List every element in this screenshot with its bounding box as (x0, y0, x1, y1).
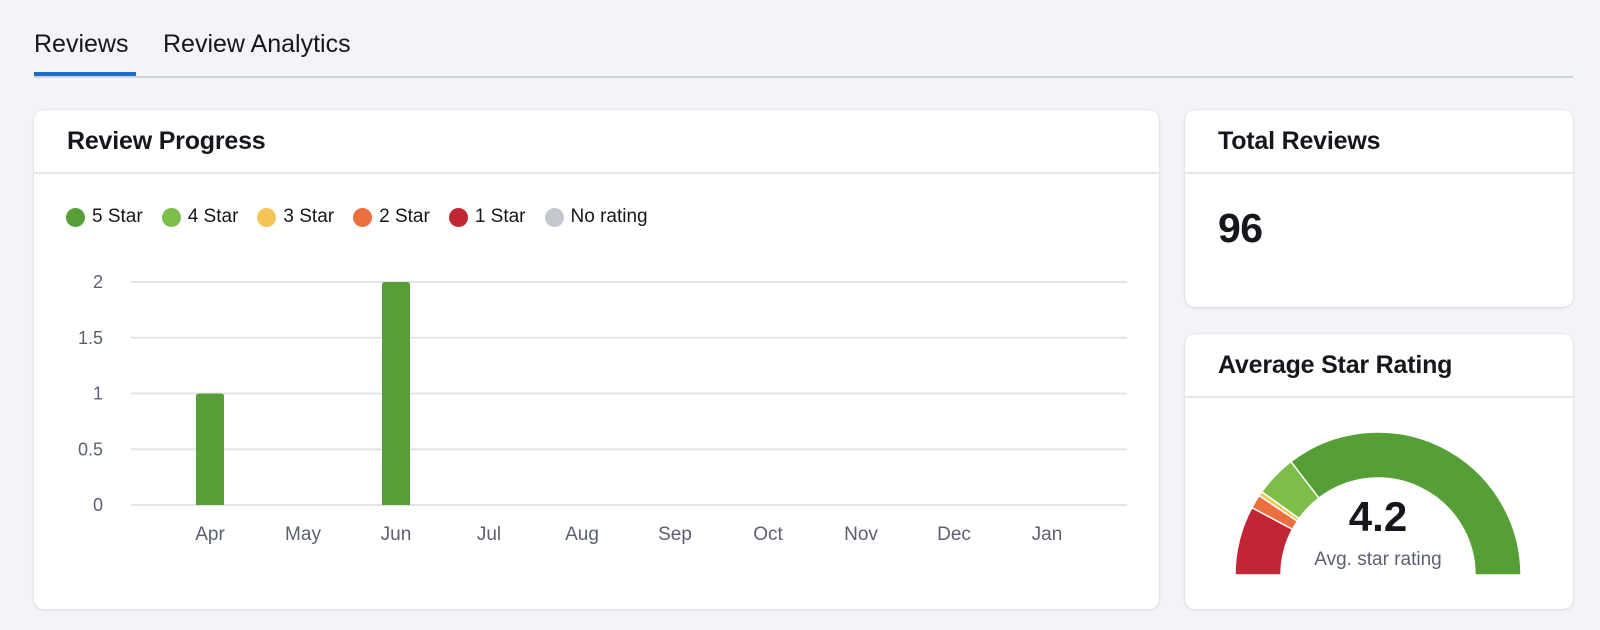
tab-reviews[interactable]: Reviews (34, 28, 136, 76)
y-tick-label: 1.5 (78, 328, 103, 348)
x-tick-label: May (285, 524, 321, 545)
rating-gauge: 4.2 Avg. star rating (1234, 431, 1522, 576)
x-tick-label: Jun (381, 524, 412, 545)
x-axis-ticks: Apr May Jun Jul Aug Sep Oct Nov Dec Jan (195, 524, 1062, 545)
y-tick-label: 0 (93, 495, 103, 515)
chart-gridlines (131, 281, 1127, 506)
x-tick-label: Jan (1032, 524, 1063, 545)
x-tick-label: Dec (937, 524, 971, 545)
y-axis-ticks: 0 0.5 1 1.5 2 (78, 272, 103, 515)
x-tick-label: Jul (477, 524, 501, 545)
y-tick-label: 1 (93, 384, 103, 404)
average-rating-card: Average Star Rating 4.2 Avg. star rating (1185, 334, 1573, 609)
gauge-center-value: 4.2 (1349, 493, 1407, 540)
bar-5-star-apr[interactable] (196, 393, 224, 506)
gauge-center-label: Avg. star rating (1314, 549, 1441, 570)
review-progress-chart: 0 0.5 1 1.5 2 Apr May Jun Jul Aug Sep Oct Nov Dec Jan (78, 272, 1127, 545)
tab-review-analytics[interactable]: Review Analytics (163, 28, 351, 76)
total-reviews-title: Total Reviews (1185, 110, 1573, 174)
y-tick-label: 2 (93, 272, 103, 292)
x-tick-label: Apr (195, 524, 225, 545)
x-tick-label: Aug (565, 524, 599, 545)
bar-5-star-jun[interactable] (382, 282, 410, 505)
total-reviews-card: Total Reviews 96 (1185, 110, 1573, 307)
tab-bar: Reviews Review Analytics (34, 0, 1573, 78)
total-reviews-value: 96 (1218, 205, 1263, 251)
x-tick-label: Oct (753, 524, 783, 545)
review-progress-card: Review Progress 5 Star 4 Star 3 Star 2 S… (34, 110, 1159, 609)
y-tick-label: 0.5 (78, 439, 103, 459)
x-tick-label: Sep (658, 524, 692, 545)
x-tick-label: Nov (844, 524, 878, 545)
